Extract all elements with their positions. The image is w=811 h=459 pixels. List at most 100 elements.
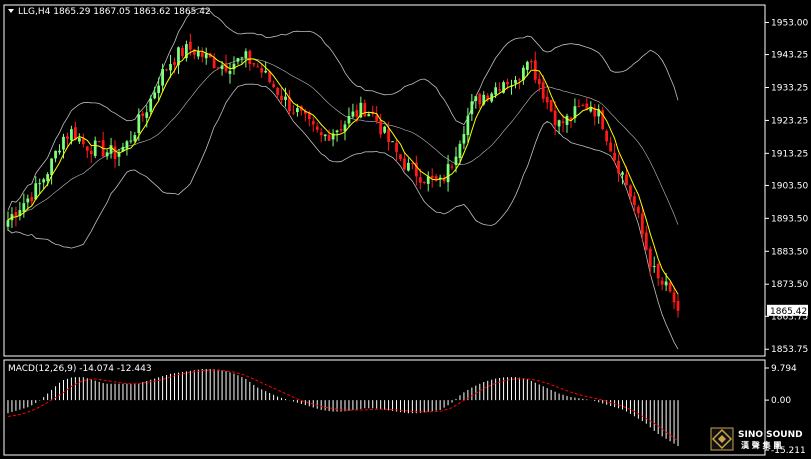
candle-body (407, 162, 410, 171)
symbol-header: LLG,H4 1865.29 1867.05 1863.62 1865.42 (18, 7, 211, 17)
candle-body (549, 99, 553, 112)
price-tick-label: 1853.75 (771, 345, 808, 355)
candle-body (625, 174, 628, 186)
candle-body (311, 121, 315, 125)
candle-body (660, 280, 664, 285)
candle-body (165, 69, 168, 71)
candle-body (38, 183, 42, 185)
candle-body (383, 126, 387, 133)
candle-body (387, 129, 390, 143)
price-tick-label: 1923.25 (771, 116, 808, 126)
candle-body (478, 93, 482, 105)
candle-body (537, 79, 541, 85)
current-price-tag: 1865.42 (767, 304, 808, 317)
main-panel-frame (3, 4, 766, 357)
logo-sub: 漢 聲 集 團 (741, 440, 781, 450)
candle-body (292, 112, 295, 114)
candle-body (93, 140, 97, 156)
candle-body (260, 68, 264, 73)
candle-body (668, 282, 672, 292)
candle-body (450, 166, 454, 168)
candle-body (6, 220, 10, 227)
candle-body (525, 61, 529, 70)
price-axis: 1953.00 1943.25 1933.25 1923.25 1913.25 1903.… (765, 18, 808, 355)
candle-body (363, 103, 367, 117)
candle-body (200, 52, 204, 57)
macd-signal-line (7, 369, 679, 442)
candle-body (391, 141, 394, 143)
candle-body (474, 96, 478, 101)
macd-histogram (7, 368, 679, 447)
candle-body (256, 66, 260, 68)
price-tick-label: 1873.50 (771, 280, 808, 290)
candle-body (418, 177, 422, 183)
candle-body (188, 41, 192, 50)
moving-average (7, 49, 679, 295)
candle-body (351, 111, 355, 117)
candle-body (212, 57, 216, 69)
candle-body (529, 61, 533, 63)
candle-body (506, 81, 509, 85)
candle-body (153, 92, 157, 99)
candle-body (34, 183, 38, 200)
candle-body (244, 51, 248, 59)
price-tick-label: 1893.50 (771, 214, 808, 224)
candle-body (125, 141, 129, 149)
candle-body (14, 212, 18, 217)
candle-body (355, 110, 359, 117)
candle-body (97, 141, 101, 143)
candle-body (196, 51, 200, 57)
candles (6, 33, 680, 318)
candle-body (42, 179, 46, 183)
candle-body (613, 152, 616, 161)
candle-body (327, 134, 331, 141)
candle-body (541, 82, 545, 99)
candle-body (629, 185, 632, 197)
candle-body (656, 263, 660, 279)
ma-line (7, 49, 679, 295)
candle-body (395, 142, 398, 152)
macd-header: MACD(12,26,9) -14.074 -12.443 (8, 364, 152, 374)
candle-body (335, 130, 339, 133)
candle-body (70, 129, 73, 141)
candle-body (648, 248, 652, 267)
candle-body (561, 121, 565, 123)
candle-body (633, 196, 636, 206)
candle-body (85, 146, 89, 151)
candle-body (514, 79, 517, 84)
candle-body (375, 115, 379, 122)
candle-body (113, 146, 117, 159)
candle-body (557, 120, 561, 127)
candle-body (252, 63, 256, 65)
candle-body (664, 281, 668, 286)
candle-body (581, 105, 585, 107)
candle-body (458, 143, 462, 159)
candle-body (640, 213, 644, 234)
candle-body (518, 79, 521, 81)
candle-body (323, 134, 327, 137)
candle-body (161, 68, 164, 86)
candle-body (577, 106, 581, 108)
candle-body (672, 292, 676, 303)
candle-body (296, 108, 299, 113)
candle-body (248, 50, 252, 65)
candle-body (553, 110, 557, 126)
price-tick-label: 1943.25 (771, 51, 808, 61)
price-chart-canvas[interactable]: 1953.00 1943.25 1933.25 1923.25 1913.25 1903.… (0, 0, 811, 459)
candle-body (494, 87, 498, 95)
candle-body (430, 175, 434, 179)
candle-body (228, 70, 232, 74)
candle-body (498, 89, 501, 91)
candle-body (454, 156, 458, 165)
logo-brand: SINO SOUND (738, 430, 803, 440)
svg-text:1865.42: 1865.42 (770, 307, 807, 317)
candle-body (240, 57, 244, 59)
candle-body (66, 136, 69, 139)
price-tick-label: 1903.50 (771, 181, 808, 191)
dropdown-triangle-icon[interactable] (8, 9, 14, 13)
candle-body (137, 114, 141, 134)
candle-body (77, 138, 81, 142)
candle-body (319, 132, 323, 136)
candle-body (26, 198, 30, 203)
candle-body (609, 142, 613, 152)
